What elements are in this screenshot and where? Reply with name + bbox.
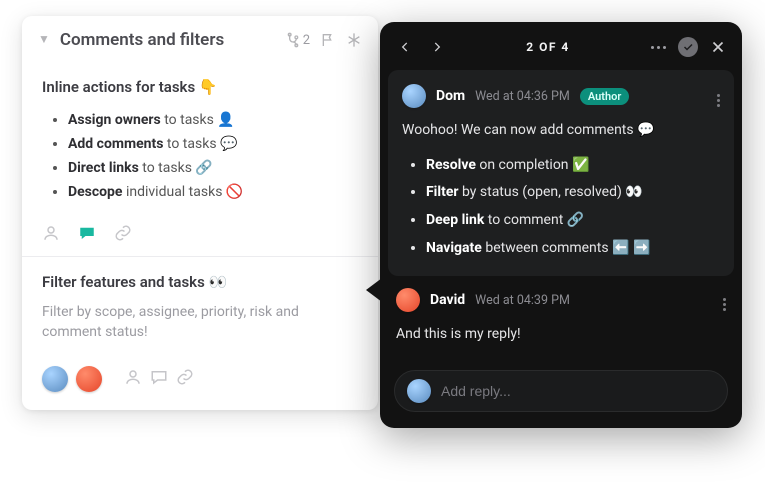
list-item: Navigate between comments ⬅️ ➡️	[426, 235, 720, 263]
comment-item: David Wed at 04:39 PM And this is my rep…	[380, 276, 742, 360]
section-inline-actions: Inline actions for tasks 👇 Assign owners…	[22, 62, 378, 218]
reply-input[interactable]	[441, 383, 715, 399]
list-item: Resolve on completion ✅	[426, 152, 720, 180]
list-item: Direct links to tasks 🔗	[68, 156, 358, 180]
list-item: Filter by status (open, resolved) 👀	[426, 179, 720, 207]
author-badge: Author	[580, 88, 629, 105]
comment-more-icon[interactable]	[717, 85, 720, 107]
list-item: Deep link to comment 🔗	[426, 207, 720, 235]
comment-body: Woohoo! We can now add comments 💬 Resolv…	[402, 120, 720, 262]
section-filter: Filter features and tasks 👀 Filter by sc…	[22, 257, 378, 356]
panel-pointer-icon	[366, 278, 382, 302]
comment-time: Wed at 04:36 PM	[475, 89, 570, 104]
section-heading: Filter features and tasks 👀	[42, 273, 358, 291]
list-item: Add comments to tasks 💬	[68, 132, 358, 156]
card-title: Comments and filters	[60, 30, 224, 50]
panel-counter: 2 OF 4	[456, 40, 640, 54]
assignee-icon[interactable]	[124, 368, 142, 390]
next-comment-button[interactable]	[424, 34, 450, 60]
comment-author: Dom	[436, 88, 465, 104]
comment-text: And this is my reply!	[396, 324, 726, 346]
comment-header: Dom Wed at 04:36 PM Author	[402, 84, 720, 108]
panel-header: 2 OF 4	[380, 22, 742, 70]
snowflake-icon[interactable]	[346, 32, 362, 48]
list-item: Assign owners to tasks 👤	[68, 108, 358, 132]
section-action-row	[22, 218, 378, 256]
more-icon[interactable]	[646, 35, 670, 59]
avatar	[407, 379, 431, 403]
branch-icon[interactable]: 2	[285, 32, 310, 48]
comment-header: David Wed at 04:39 PM	[396, 288, 726, 312]
section-heading: Inline actions for tasks 👇	[42, 78, 358, 96]
avatar[interactable]	[402, 84, 426, 108]
comment-outline-icon[interactable]	[150, 368, 168, 390]
card-header: ▼ Comments and filters 2	[22, 16, 378, 62]
link-icon[interactable]	[114, 224, 132, 242]
assignee-icon[interactable]	[42, 224, 60, 242]
comment-time: Wed at 04:39 PM	[475, 293, 570, 308]
list-item: Descope individual tasks 🚫	[68, 180, 358, 204]
comment-list: Resolve on completion ✅ Filter by status…	[402, 152, 720, 263]
avatar[interactable]	[396, 288, 420, 312]
prev-comment-button[interactable]	[392, 34, 418, 60]
avatar[interactable]	[76, 366, 102, 392]
comment-more-icon[interactable]	[723, 289, 726, 311]
link-icon[interactable]	[176, 368, 194, 390]
comment-author: David	[430, 292, 465, 308]
branch-count: 2	[303, 33, 310, 48]
feature-card: ▼ Comments and filters 2 Inline actions …	[22, 16, 378, 410]
flag-icon[interactable]	[320, 32, 336, 48]
close-icon[interactable]	[706, 35, 730, 59]
reply-box[interactable]	[394, 370, 728, 412]
comment-icon[interactable]	[78, 224, 96, 242]
comment-item: Dom Wed at 04:36 PM Author Woohoo! We ca…	[388, 70, 734, 276]
section-subtext: Filter by scope, assignee, priority, ris…	[42, 303, 358, 342]
inline-actions-list: Assign owners to tasks 👤 Add comments to…	[42, 108, 358, 204]
avatar-action-row	[22, 356, 378, 410]
resolve-button[interactable]	[676, 35, 700, 59]
comment-text: Woohoo! We can now add comments 💬	[402, 120, 720, 142]
collapse-caret-icon[interactable]: ▼	[38, 32, 50, 46]
comments-panel: 2 OF 4 Dom Wed at 04:36 PM Author Woohoo…	[380, 22, 742, 428]
avatar[interactable]	[42, 366, 68, 392]
comment-body: And this is my reply!	[396, 324, 726, 346]
